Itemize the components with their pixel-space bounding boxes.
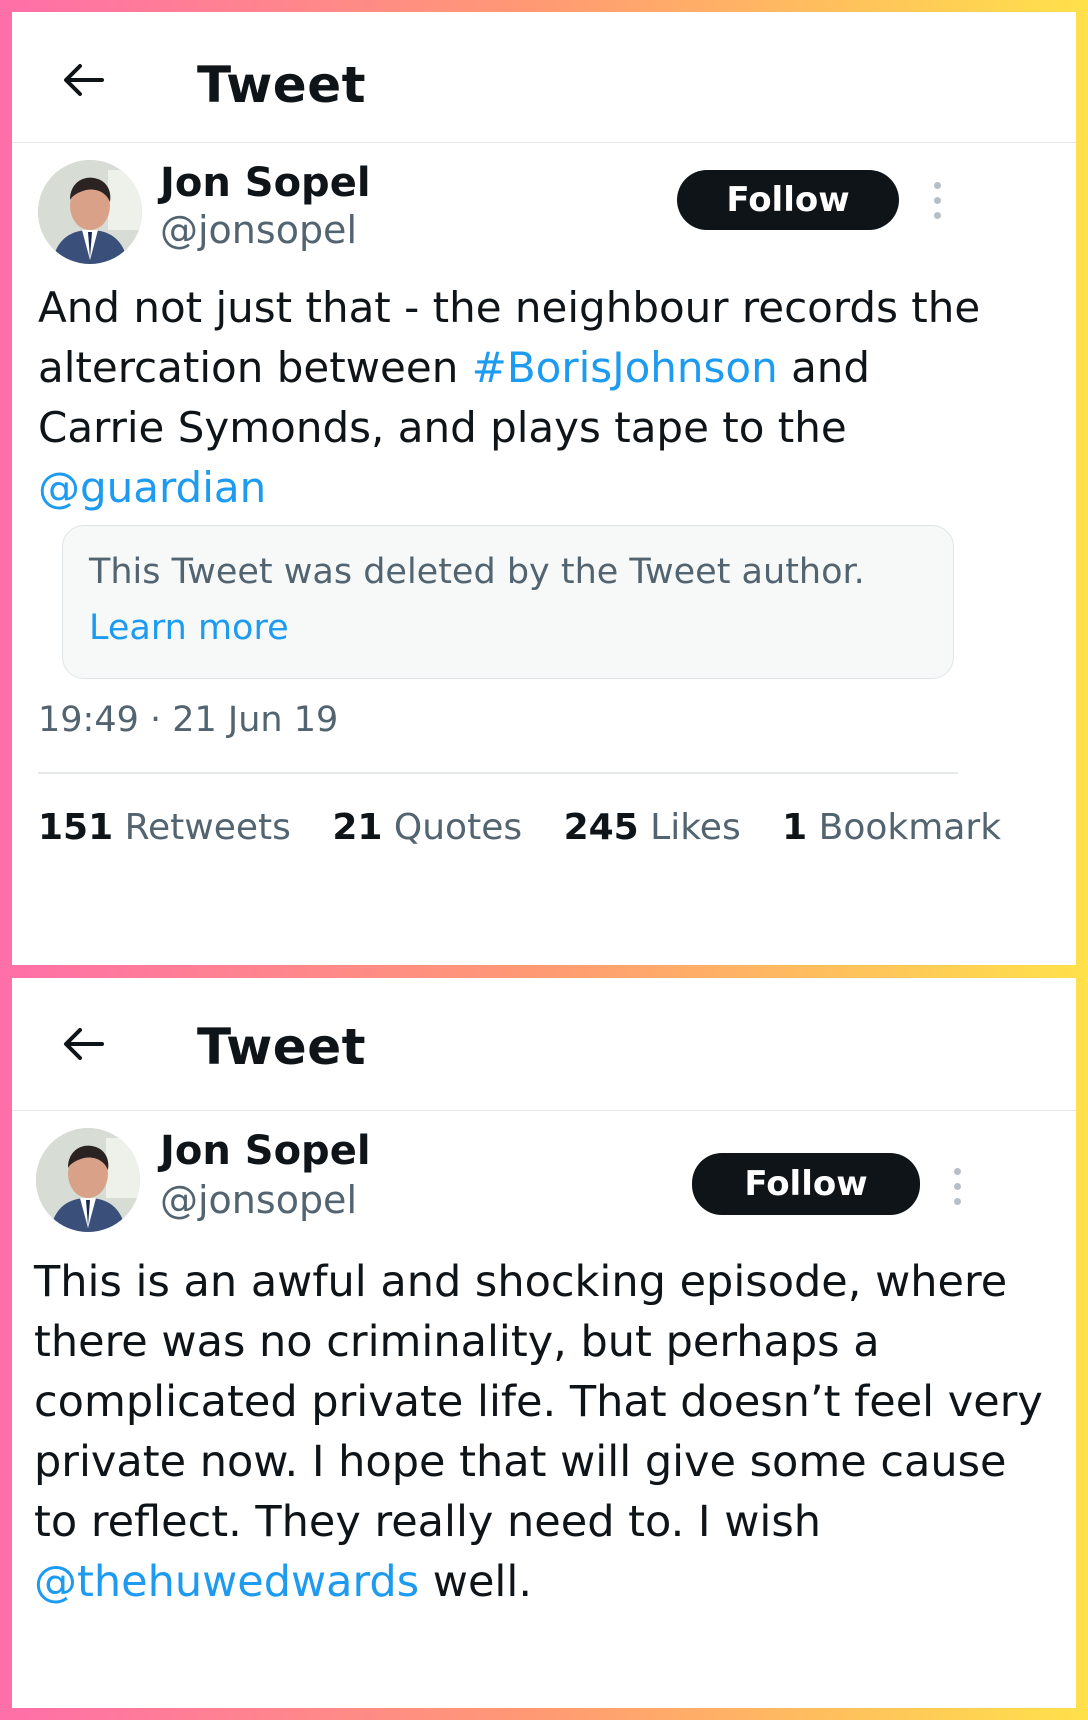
- follow-button[interactable]: Follow: [692, 1153, 920, 1215]
- tweet-panel-2: Tweet Jon Sopel @jonsopel Follow This is…: [12, 978, 1076, 1708]
- vertical-dots-icon[interactable]: [947, 1168, 967, 1212]
- arrow-left-icon[interactable]: [56, 52, 112, 108]
- retweets-stat[interactable]: 151 Retweets: [38, 807, 291, 848]
- page-title: Tweet: [197, 56, 367, 114]
- deleted-notice: This Tweet was deleted by the Tweet auth…: [89, 552, 865, 592]
- tweet-timestamp[interactable]: 19:49 · 21 Jun 19: [38, 700, 338, 740]
- top-bar: Tweet: [12, 12, 1076, 143]
- top-bar: Tweet: [12, 978, 1076, 1111]
- tweet-link[interactable]: @thehuwedwards: [34, 1557, 419, 1607]
- divider: [38, 772, 958, 774]
- author-name[interactable]: Jon Sopel: [160, 160, 371, 206]
- arrow-left-icon[interactable]: [56, 1016, 112, 1072]
- avatar[interactable]: [38, 160, 142, 264]
- author-handle[interactable]: @jonsopel: [160, 208, 357, 252]
- learn-more-link[interactable]: Learn more: [89, 608, 289, 648]
- tweet-link[interactable]: #BorisJohnson: [472, 343, 778, 392]
- author-handle[interactable]: @jonsopel: [160, 1178, 357, 1222]
- author-name[interactable]: Jon Sopel: [160, 1128, 371, 1174]
- tweet-text-segment: well.: [419, 1557, 532, 1607]
- tweet-text: This is an awful and shocking episode, w…: [34, 1252, 1044, 1612]
- tweet-text: And not just that - the neighbour record…: [38, 278, 998, 518]
- tweet-panel-1: Tweet Jon Sopel @jonsopel Follow And not…: [12, 12, 1076, 965]
- follow-button[interactable]: Follow: [677, 170, 899, 230]
- tweet-text-segment: This is an awful and shocking episode, w…: [34, 1257, 1043, 1547]
- likes-stat[interactable]: 245 Likes: [564, 807, 741, 848]
- retweets-count: 151: [38, 807, 114, 848]
- quotes-stat[interactable]: 21 Quotes: [332, 807, 522, 848]
- quotes-label: Quotes: [393, 807, 523, 848]
- tweet-link[interactable]: @guardian: [38, 463, 266, 512]
- quoted-tweet-deleted: This Tweet was deleted by the Tweet auth…: [62, 525, 954, 679]
- vertical-dots-icon[interactable]: [927, 182, 947, 226]
- retweets-label: Retweets: [124, 807, 291, 848]
- quotes-count: 21: [332, 807, 383, 848]
- page-title: Tweet: [197, 1018, 367, 1076]
- bookmarks-count: 1: [782, 807, 808, 848]
- engagement-stats: 151 Retweets 21 Quotes 245 Likes 1 Bookm…: [38, 807, 1031, 848]
- avatar[interactable]: [36, 1128, 140, 1232]
- likes-count: 245: [563, 807, 639, 848]
- bookmarks-label: Bookmark: [818, 807, 1002, 848]
- likes-label: Likes: [650, 807, 741, 848]
- bookmarks-stat[interactable]: 1 Bookmark: [782, 807, 1001, 848]
